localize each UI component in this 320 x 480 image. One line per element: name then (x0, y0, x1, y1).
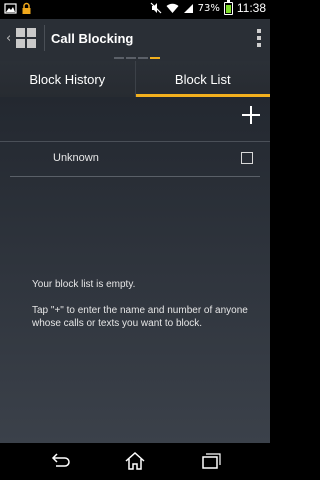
home-icon[interactable] (123, 450, 147, 472)
main-content: Unknown Your block list is empty. Tap "+… (0, 97, 270, 443)
signal-icon (183, 3, 193, 13)
app-icon[interactable] (16, 27, 37, 49)
overflow-menu-icon[interactable] (257, 29, 261, 47)
mute-icon (150, 2, 162, 14)
action-bar-divider (44, 25, 45, 51)
empty-state: Your block list is empty. Tap "+" to ent… (32, 278, 254, 343)
battery-icon (223, 0, 233, 15)
add-icon[interactable] (242, 106, 260, 124)
lock-icon (22, 2, 31, 14)
page-title: Call Blocking (51, 30, 134, 46)
add-row (0, 97, 270, 141)
tab-block-history[interactable]: Block History (0, 61, 136, 97)
navigation-bar (0, 443, 270, 480)
divider (10, 176, 260, 177)
checkbox[interactable] (241, 152, 253, 164)
empty-state-title: Your block list is empty. (32, 279, 136, 290)
image-notification-icon (4, 3, 17, 14)
tab-bar: Block History Block List (0, 61, 270, 97)
back-icon[interactable] (48, 450, 72, 472)
status-bar: 73% 11:38 (0, 0, 270, 19)
action-bar: ‹ Call Blocking (0, 19, 270, 57)
tab-block-list[interactable]: Block List (135, 61, 270, 97)
wifi-icon (166, 3, 179, 13)
clock: 11:38 (236, 1, 266, 15)
list-item[interactable]: Unknown (0, 142, 270, 176)
empty-state-hint: Tap "+" to enter the name and number of … (32, 305, 248, 329)
battery-percent: 73% (197, 2, 220, 14)
recent-apps-icon[interactable] (198, 450, 222, 472)
chevron-left-icon[interactable]: ‹ (6, 31, 14, 46)
list-item-label: Unknown (53, 152, 99, 164)
